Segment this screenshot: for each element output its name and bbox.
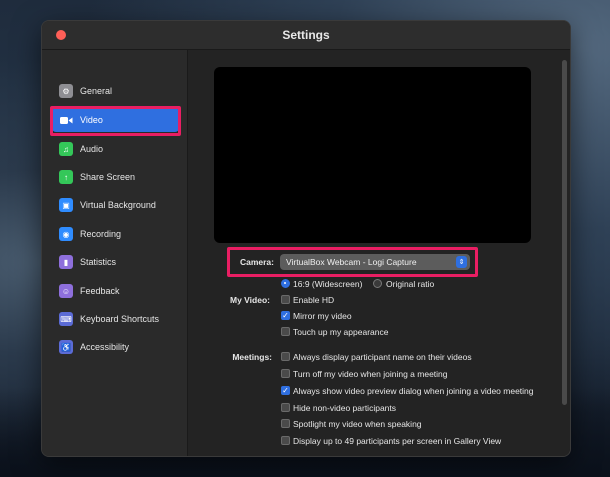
video-preview-label: Always show video preview dialog when jo… [293,386,534,396]
sidebar-item-label: Virtual Background [80,200,156,210]
mirror-video-checkbox[interactable]: ✓ [281,311,290,320]
headphones-icon: ♫ [59,142,73,156]
sidebar-item-audio[interactable]: ♫ Audio [52,137,179,161]
sidebar-item-accessibility[interactable]: ♿ Accessibility [52,335,179,359]
keyboard-icon: ⌨ [59,312,73,326]
hide-non-video-label: Hide non-video participants [293,403,397,413]
turn-off-video-checkbox[interactable] [281,369,290,378]
display-names-checkbox[interactable] [281,352,290,361]
aspect-widescreen-label: 16:9 (Widescreen) [293,279,363,289]
sidebar-item-label: Share Screen [80,172,136,182]
record-icon: ◉ [59,227,73,241]
aspect-widescreen-radio[interactable] [281,279,290,288]
mirror-video-label: Mirror my video [293,311,352,321]
camera-select[interactable]: VirtualBox Webcam - Logi Capture ⇕ [280,254,470,270]
share-screen-icon: ↑ [59,170,73,184]
window-title: Settings [282,28,330,42]
video-camera-icon [59,113,73,127]
panel-scrollbar[interactable] [562,60,567,405]
sidebar-item-statistics[interactable]: ▮ Statistics [52,250,179,274]
sidebar-item-video[interactable]: Video [52,108,179,132]
smiley-icon: ☺ [59,284,73,298]
bar-chart-icon: ▮ [59,255,73,269]
sidebar-item-virtual-background[interactable]: ▣ Virtual Background [52,193,179,217]
chevron-up-down-icon: ⇕ [456,256,467,268]
sidebar-item-recording[interactable]: ◉ Recording [52,222,179,246]
enable-hd-checkbox[interactable] [281,295,290,304]
aspect-original-label: Original ratio [386,279,435,289]
accessibility-icon: ♿ [59,340,73,354]
spotlight-checkbox[interactable] [281,419,290,428]
settings-window: Settings ⚙ General Video ♫ Audio ↑ Share… [41,20,571,457]
turn-off-video-label: Turn off my video when joining a meeting [293,369,448,379]
sidebar-item-label: Statistics [80,257,117,267]
camera-preview [214,67,531,243]
meetings-label: Meetings: [232,352,272,362]
person-background-icon: ▣ [59,198,73,212]
sidebar-item-share-screen[interactable]: ↑ Share Screen [52,165,179,189]
sidebar-item-label: Accessibility [80,342,130,352]
display-names-label: Always display participant name on their… [293,352,472,362]
enable-hd-label: Enable HD [293,295,335,305]
touch-up-label: Touch up my appearance [293,327,389,337]
sidebar-item-label: General [80,86,113,96]
gallery-49-label: Display up to 49 participants per screen… [293,436,502,446]
camera-select-value: VirtualBox Webcam - Logi Capture [286,257,417,267]
video-settings-panel: Camera: VirtualBox Webcam - Logi Capture… [188,50,570,456]
spotlight-label: Spotlight my video when speaking [293,419,422,429]
hide-non-video-checkbox[interactable] [281,403,290,412]
sidebar-item-label: Audio [80,144,104,154]
sidebar-item-label: Keyboard Shortcuts [80,314,160,324]
sidebar-item-feedback[interactable]: ☺ Feedback [52,279,179,303]
sidebar-item-label: Feedback [80,286,120,296]
sidebar-item-label: Video [80,115,103,125]
settings-sidebar: ⚙ General Video ♫ Audio ↑ Share Screen ▣… [42,50,188,456]
sidebar-item-general[interactable]: ⚙ General [52,79,179,103]
touch-up-checkbox[interactable] [281,327,290,336]
sidebar-item-keyboard-shortcuts[interactable]: ⌨ Keyboard Shortcuts [52,307,179,331]
video-preview-checkbox[interactable]: ✓ [281,386,290,395]
camera-label: Camera: [239,257,274,267]
gallery-49-checkbox[interactable] [281,436,290,445]
title-bar: Settings [42,21,570,50]
gear-icon: ⚙ [59,84,73,98]
sidebar-item-label: Recording [80,229,122,239]
my-video-label: My Video: [230,295,270,305]
aspect-original-radio[interactable] [373,279,382,288]
